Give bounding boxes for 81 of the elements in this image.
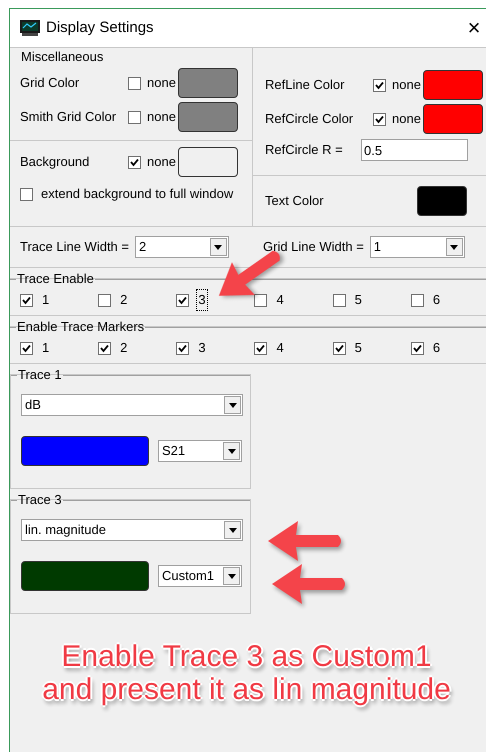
input-field[interactable]: 0.5 xyxy=(361,139,468,161)
checkbox-label: none xyxy=(147,153,176,172)
field-label: Trace Line Width = xyxy=(20,238,129,256)
field-label: Background xyxy=(20,153,90,172)
dropdown[interactable]: dB xyxy=(21,394,243,416)
field-label: Text Color xyxy=(265,192,325,210)
checkmark-icon xyxy=(256,344,266,352)
checkbox-label: 3 xyxy=(196,289,208,311)
checkbox-label: 2 xyxy=(119,339,128,358)
checkbox-label: 6 xyxy=(432,291,442,310)
checkmark-icon xyxy=(375,80,384,90)
checkbox[interactable] xyxy=(254,342,268,354)
dropdown[interactable]: S21 xyxy=(158,440,242,462)
checkmark-icon xyxy=(178,296,188,304)
checkmark-icon xyxy=(334,344,344,352)
field-label: RefCircle Color xyxy=(265,110,354,128)
dropdown[interactable]: 1 xyxy=(370,236,465,258)
checkbox-label: extend background to full window xyxy=(41,185,234,204)
group-title: Trace 3 xyxy=(17,493,63,507)
checkbox[interactable] xyxy=(176,294,190,306)
color-swatch[interactable] xyxy=(21,436,149,466)
dropdown[interactable]: 2 xyxy=(134,236,229,258)
checkbox[interactable] xyxy=(98,294,112,306)
checkbox[interactable] xyxy=(128,76,141,90)
checkbox[interactable] xyxy=(254,294,268,306)
checkbox[interactable] xyxy=(176,342,190,354)
checkbox-label: 1 xyxy=(41,291,50,310)
dropdown[interactable]: Custom1 xyxy=(158,565,242,587)
checkbox-label: 1 xyxy=(41,339,50,358)
checkbox[interactable] xyxy=(410,342,424,354)
checkmark-icon xyxy=(375,114,384,124)
field-label: Smith Grid Color xyxy=(20,108,118,126)
checkbox[interactable] xyxy=(410,294,424,306)
color-swatch[interactable] xyxy=(422,70,483,100)
checkbox[interactable] xyxy=(373,78,386,92)
annotation-text: Enable Trace 3 as Custom1 xyxy=(61,640,432,673)
annotation-text: and present it as lin magnitude xyxy=(42,673,451,706)
checkbox-label: none xyxy=(147,74,176,92)
checkbox-label: 6 xyxy=(432,339,442,358)
field-label: Grid Line Width = xyxy=(263,238,364,256)
checkmark-icon xyxy=(22,296,31,304)
checkbox[interactable] xyxy=(20,342,33,354)
checkbox-label: 4 xyxy=(275,291,285,310)
dropdown[interactable]: lin. magnitude xyxy=(21,519,243,541)
checkbox-label: none xyxy=(392,76,421,94)
checkbox[interactable] xyxy=(20,294,33,306)
checkbox-label: none xyxy=(392,110,421,128)
checkbox[interactable] xyxy=(20,188,33,200)
checkbox-label: 3 xyxy=(197,339,207,358)
app-icon xyxy=(20,20,40,36)
checkmark-icon xyxy=(412,344,422,352)
checkbox[interactable] xyxy=(332,294,346,306)
checkbox[interactable] xyxy=(128,110,141,124)
color-swatch[interactable] xyxy=(417,186,467,216)
group-title: Trace 1 xyxy=(17,368,63,382)
checkbox[interactable] xyxy=(332,342,346,354)
checkbox[interactable] xyxy=(128,156,141,168)
color-swatch[interactable] xyxy=(178,102,238,132)
checkbox-label: 4 xyxy=(275,339,285,358)
checkbox-label: 5 xyxy=(354,291,363,310)
checkbox[interactable] xyxy=(373,112,386,126)
checkbox-label: 2 xyxy=(119,291,128,310)
field-label: Grid Color xyxy=(20,74,80,92)
checkbox-label: none xyxy=(147,108,176,126)
close-button[interactable]: × xyxy=(459,13,486,43)
checkmark-icon xyxy=(178,344,188,352)
group-title: Trace Enable xyxy=(16,272,95,286)
checkmark-icon xyxy=(22,344,31,352)
color-swatch[interactable] xyxy=(422,104,483,134)
color-swatch[interactable] xyxy=(21,561,149,591)
checkmark-icon xyxy=(100,344,110,352)
checkmark-icon xyxy=(130,158,139,166)
group-title: Enable Trace Markers xyxy=(16,320,146,334)
window-title: Display Settings xyxy=(46,18,154,38)
checkbox[interactable] xyxy=(98,342,112,354)
color-swatch[interactable] xyxy=(178,147,238,177)
group-title: Miscellaneous xyxy=(20,50,104,64)
color-swatch[interactable] xyxy=(178,68,238,98)
checkbox-label: 5 xyxy=(354,339,363,358)
field-label: RefLine Color xyxy=(265,76,346,94)
field-label: RefCircle R = xyxy=(265,141,344,160)
